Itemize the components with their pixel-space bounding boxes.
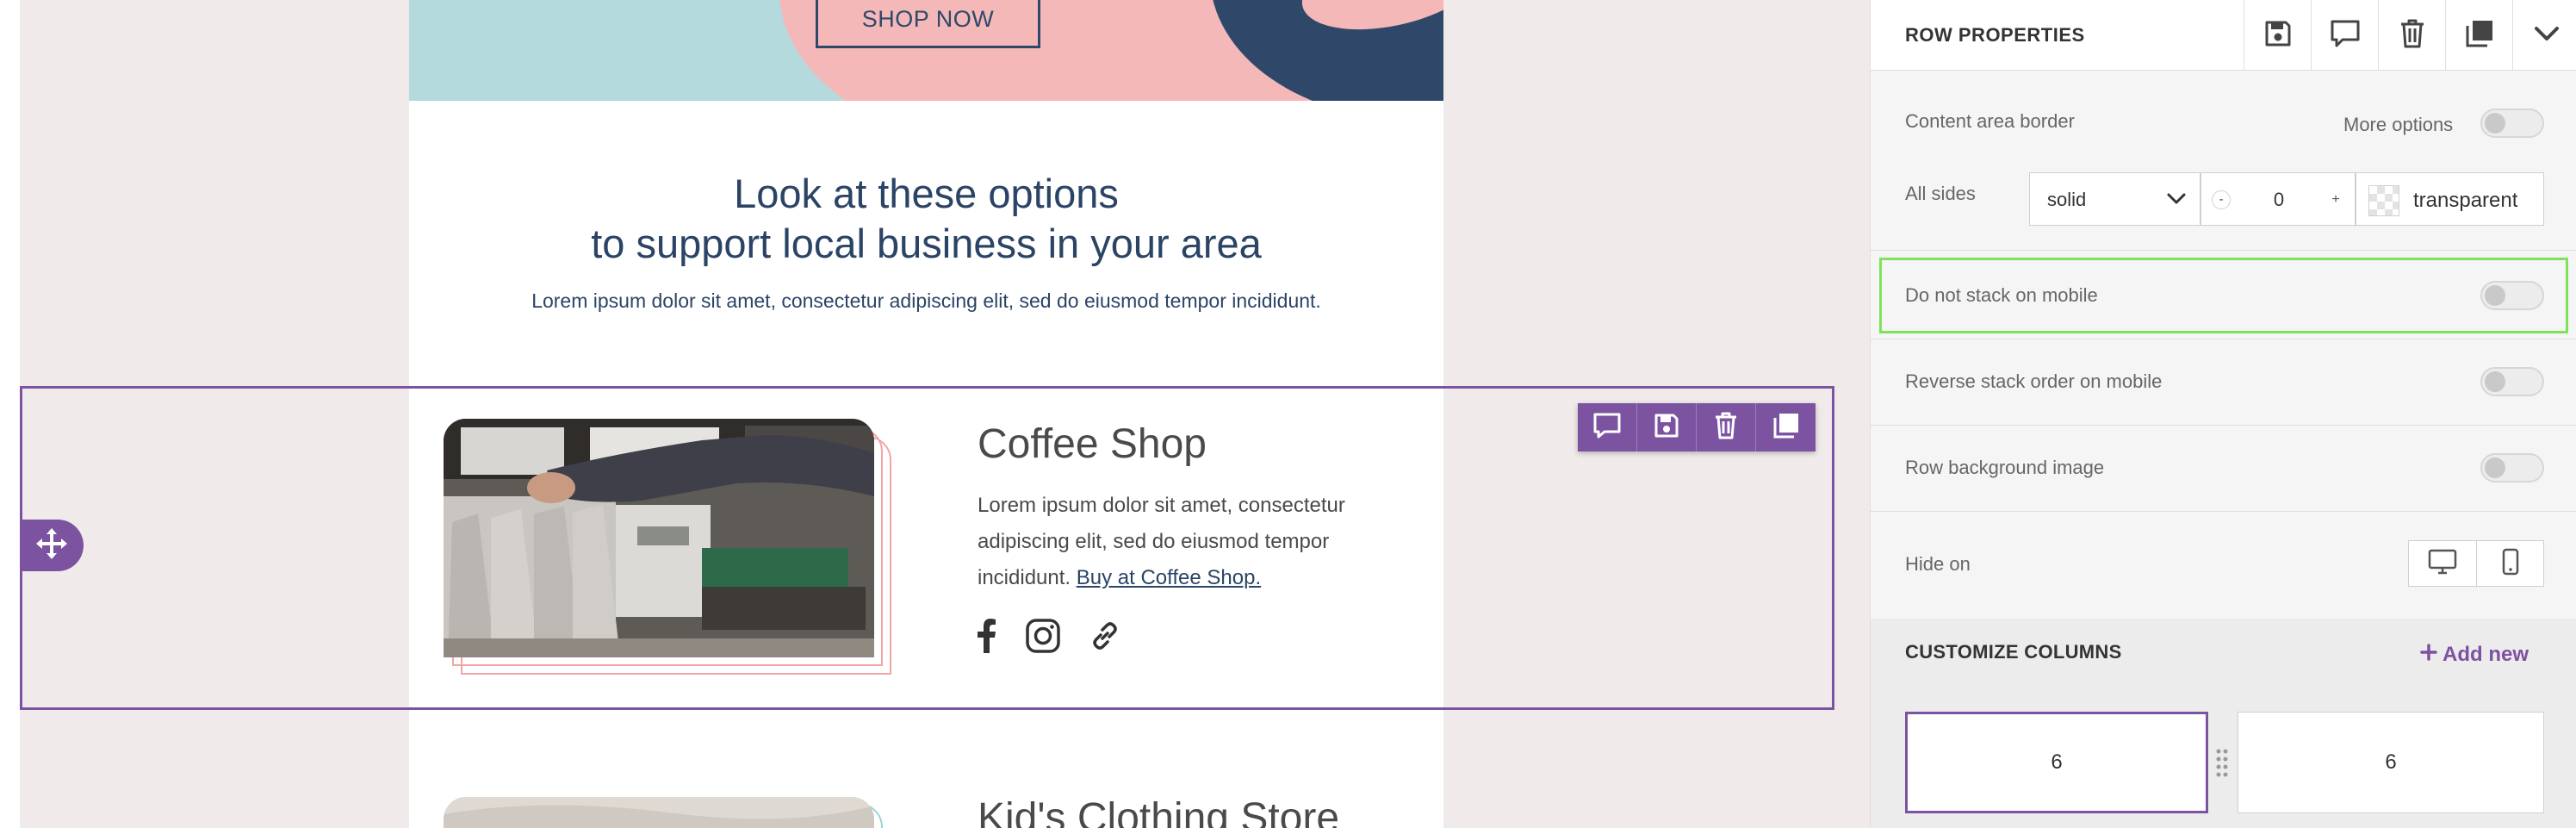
- column-2[interactable]: 6: [2238, 712, 2544, 813]
- column-resize-handle[interactable]: [2215, 748, 2229, 781]
- customize-columns-title: CUSTOMIZE COLUMNS: [1905, 641, 2122, 663]
- email-canvas: SHOP NOW Look at these options to suppor…: [0, 0, 1870, 828]
- row-comment-button[interactable]: [1578, 403, 1637, 451]
- panel-comment-button[interactable]: [2311, 0, 2378, 71]
- panel-header: ROW PROPERTIES: [1871, 0, 2576, 71]
- row-drag-handle[interactable]: [20, 520, 84, 571]
- all-sides-label: All sides: [1905, 183, 1976, 204]
- add-new-label: Add new: [2443, 643, 2529, 666]
- save-icon: [1654, 413, 1679, 443]
- row-properties-panel: ROW PROPERTIES Content area border More …: [1870, 0, 2576, 828]
- content-area-border-label: Content area border: [1905, 110, 2075, 132]
- trash-icon: [2399, 19, 2425, 53]
- trash-icon: [1714, 412, 1738, 444]
- decrement-button[interactable]: -: [2212, 190, 2231, 209]
- mobile-icon: [2502, 548, 2519, 580]
- section-headline[interactable]: Look at these options to support local b…: [409, 169, 1443, 269]
- desktop-icon: [2428, 549, 2457, 579]
- border-style-select[interactable]: solid: [2029, 172, 2200, 226]
- more-options-toggle[interactable]: [2480, 109, 2544, 138]
- headline-line-2: to support local business in your area: [591, 221, 1262, 266]
- plus-icon: [2420, 643, 2437, 667]
- save-icon: [2264, 20, 2292, 52]
- color-swatch[interactable]: [2368, 185, 2399, 216]
- toggle-knob: [2485, 458, 2505, 478]
- divider: [1871, 511, 2576, 512]
- headline-line-1: Look at these options: [734, 171, 1119, 216]
- move-icon: [35, 527, 68, 564]
- panel-actions: [2244, 0, 2576, 71]
- reverse-stack-toggle[interactable]: [2480, 367, 2544, 396]
- section-subtext[interactable]: Lorem ipsum dolor sit amet, consectetur …: [409, 289, 1443, 313]
- kids-clothing-photo[interactable]: [444, 797, 874, 828]
- row-background-image-toggle[interactable]: [2480, 453, 2544, 482]
- reverse-stack-label: Reverse stack order on mobile: [1905, 370, 2163, 392]
- customize-columns-section: CUSTOMIZE COLUMNS Add new 6 6: [1871, 619, 2576, 828]
- comment-icon: [1592, 412, 1622, 444]
- add-new-column-button[interactable]: Add new: [2420, 643, 2529, 667]
- toggle-knob: [2485, 285, 2505, 306]
- do-not-stack-label: Do not stack on mobile: [1905, 284, 2098, 306]
- border-width-stepper[interactable]: 0 - +: [2200, 172, 2356, 226]
- border-style-value: solid: [2047, 189, 2087, 210]
- row-toolbar: [1578, 403, 1816, 451]
- panel-title: ROW PROPERTIES: [1905, 24, 2085, 46]
- increment-button[interactable]: +: [2326, 190, 2345, 209]
- border-color-picker[interactable]: transparent: [2356, 172, 2544, 226]
- do-not-stack-toggle[interactable]: [2480, 281, 2544, 310]
- border-color-value: transparent: [2413, 189, 2518, 212]
- duplicate-icon: [2465, 19, 2494, 53]
- row-background-image-label: Row background image: [1905, 457, 2105, 478]
- hide-on-desktop-button[interactable]: [2409, 541, 2476, 586]
- panel-delete-button[interactable]: [2378, 0, 2445, 71]
- panel-collapse-button[interactable]: [2512, 0, 2576, 71]
- hide-on-label: Hide on: [1905, 553, 1971, 575]
- comment-icon: [2330, 19, 2361, 53]
- hide-on-devices: [2408, 540, 2544, 587]
- drag-grip-icon: [2215, 749, 2229, 781]
- row-save-button[interactable]: [1637, 403, 1697, 451]
- chevron-down-icon: [2534, 25, 2560, 47]
- more-options-label: More options: [2343, 114, 2454, 135]
- row-duplicate-button[interactable]: [1756, 403, 1816, 451]
- canvas-gutter: [0, 0, 20, 828]
- panel-duplicate-button[interactable]: [2445, 0, 2512, 71]
- divider: [1871, 425, 2576, 426]
- toggle-knob: [2485, 113, 2505, 134]
- kids-clothing-title[interactable]: Kid's Clothing Store: [978, 794, 1339, 828]
- toggle-knob: [2485, 371, 2505, 392]
- shop-now-button[interactable]: SHOP NOW: [816, 0, 1040, 48]
- hide-on-mobile-button[interactable]: [2476, 541, 2543, 586]
- row-delete-button[interactable]: [1697, 403, 1756, 451]
- duplicate-icon: [1772, 412, 1800, 444]
- selected-row-outline[interactable]: [20, 386, 1834, 710]
- divider: [1871, 250, 2576, 251]
- chevron-down-icon: [2166, 192, 2187, 210]
- panel-save-button[interactable]: [2244, 0, 2311, 71]
- column-1[interactable]: 6: [1905, 712, 2208, 813]
